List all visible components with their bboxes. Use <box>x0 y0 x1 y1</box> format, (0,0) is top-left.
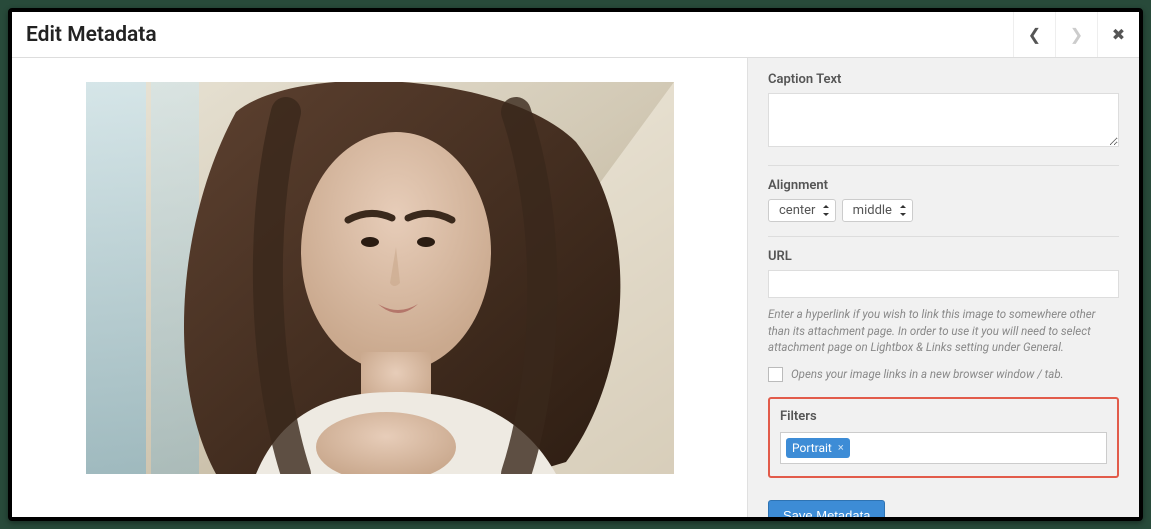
filters-label: Filters <box>780 409 1107 424</box>
caption-field: Caption Text <box>768 72 1119 151</box>
next-button[interactable]: ❯ <box>1055 12 1097 57</box>
alignment-label: Alignment <box>768 178 1119 193</box>
image-preview <box>86 82 674 474</box>
new-window-checkbox[interactable] <box>768 367 783 382</box>
filters-tag-input[interactable]: Portrait × <box>780 432 1107 464</box>
alignment-field: Alignment center middle <box>768 178 1119 222</box>
filter-tag: Portrait × <box>786 438 850 458</box>
metadata-form-panel: Caption Text Alignment center middle URL… <box>747 58 1139 517</box>
image-preview-panel <box>12 58 747 517</box>
new-window-row: Opens your image links in a new browser … <box>768 366 1119 383</box>
save-button-label: Save Metadata <box>783 508 870 517</box>
modal-dialog: Edit Metadata ❮ ❯ ✖ <box>8 8 1143 521</box>
filters-field: Filters Portrait × <box>768 397 1119 478</box>
modal-header: Edit Metadata ❮ ❯ ✖ <box>12 12 1139 58</box>
alignment-horizontal-select[interactable]: center <box>768 199 836 222</box>
new-window-label: Opens your image links in a new browser … <box>791 366 1064 383</box>
alignment-horizontal-value: center <box>779 203 815 218</box>
modal-title: Edit Metadata <box>26 23 157 47</box>
divider <box>768 236 1119 237</box>
caption-label: Caption Text <box>768 72 1119 87</box>
url-label: URL <box>768 249 1119 264</box>
url-field: URL Enter a hyperlink if you wish to lin… <box>768 249 1119 383</box>
url-input[interactable] <box>768 270 1119 298</box>
url-help-text: Enter a hyperlink if you wish to link th… <box>768 306 1119 356</box>
alignment-vertical-select[interactable]: middle <box>842 199 913 222</box>
chevron-left-icon: ❮ <box>1028 25 1041 44</box>
chevron-right-icon: ❯ <box>1070 25 1083 44</box>
prev-button[interactable]: ❮ <box>1013 12 1055 57</box>
close-button[interactable]: ✖ <box>1097 12 1139 57</box>
filter-tag-remove-icon[interactable]: × <box>838 441 844 454</box>
modal-body: Caption Text Alignment center middle URL… <box>12 58 1139 517</box>
filter-tag-label: Portrait <box>792 441 832 455</box>
divider <box>768 165 1119 166</box>
save-metadata-button[interactable]: Save Metadata <box>768 500 885 517</box>
close-icon: ✖ <box>1112 25 1125 44</box>
caption-textarea[interactable] <box>768 93 1119 147</box>
modal-header-buttons: ❮ ❯ ✖ <box>1013 12 1139 57</box>
alignment-vertical-value: middle <box>853 203 892 218</box>
